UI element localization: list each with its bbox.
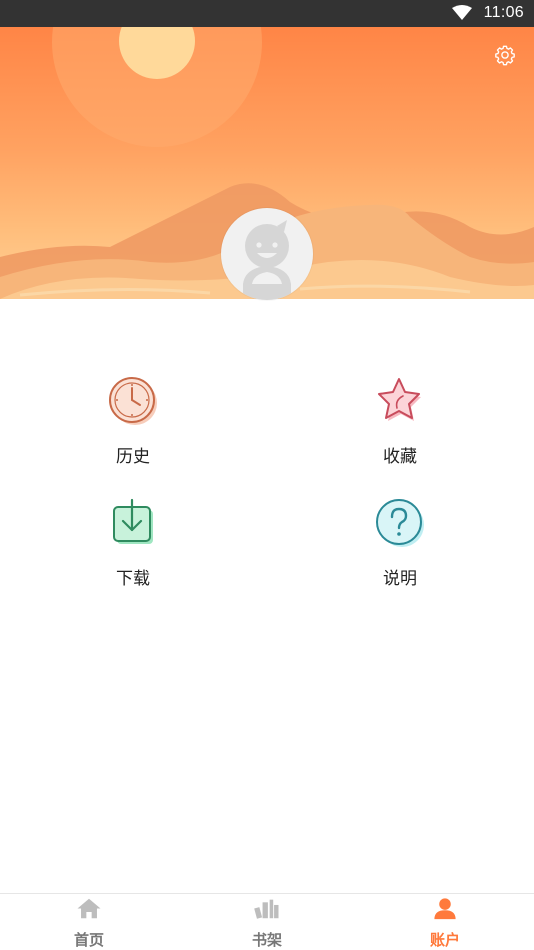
settings-button[interactable] [493,43,517,67]
home-icon [77,898,101,919]
default-avatar-icon [243,220,291,300]
nav-bookshelf-label: 书架 [251,931,282,949]
menu-history[interactable]: 历史 [73,376,193,476]
status-bar: 11:06 [0,0,534,27]
bottom-navigation: 首页 书架 账户 [0,893,534,950]
status-time: 11:06 [483,4,524,21]
nav-home-label: 首页 [73,931,104,949]
star-icon [378,378,421,421]
menu-history-label: 历史 [116,447,150,467]
wifi-icon [452,5,472,20]
menu-help[interactable]: 说明 [340,498,460,598]
menu-download-label: 下载 [116,569,150,589]
menu-favorites[interactable]: 收藏 [340,376,460,476]
nav-bookshelf[interactable]: 书架 [227,894,307,950]
nav-home[interactable]: 首页 [49,894,129,950]
gear-icon [495,45,515,66]
menu-help-label: 说明 [383,569,417,589]
bookshelf-icon [254,899,279,919]
download-icon [113,498,153,544]
menu-download[interactable]: 下载 [73,498,193,598]
question-icon [376,499,424,547]
nav-account[interactable]: 账户 [405,894,485,950]
menu-favorites-label: 收藏 [383,447,417,467]
account-icon [434,898,456,920]
avatar[interactable] [221,208,313,300]
clock-icon [109,377,157,425]
nav-account-label: 账户 [429,931,460,949]
